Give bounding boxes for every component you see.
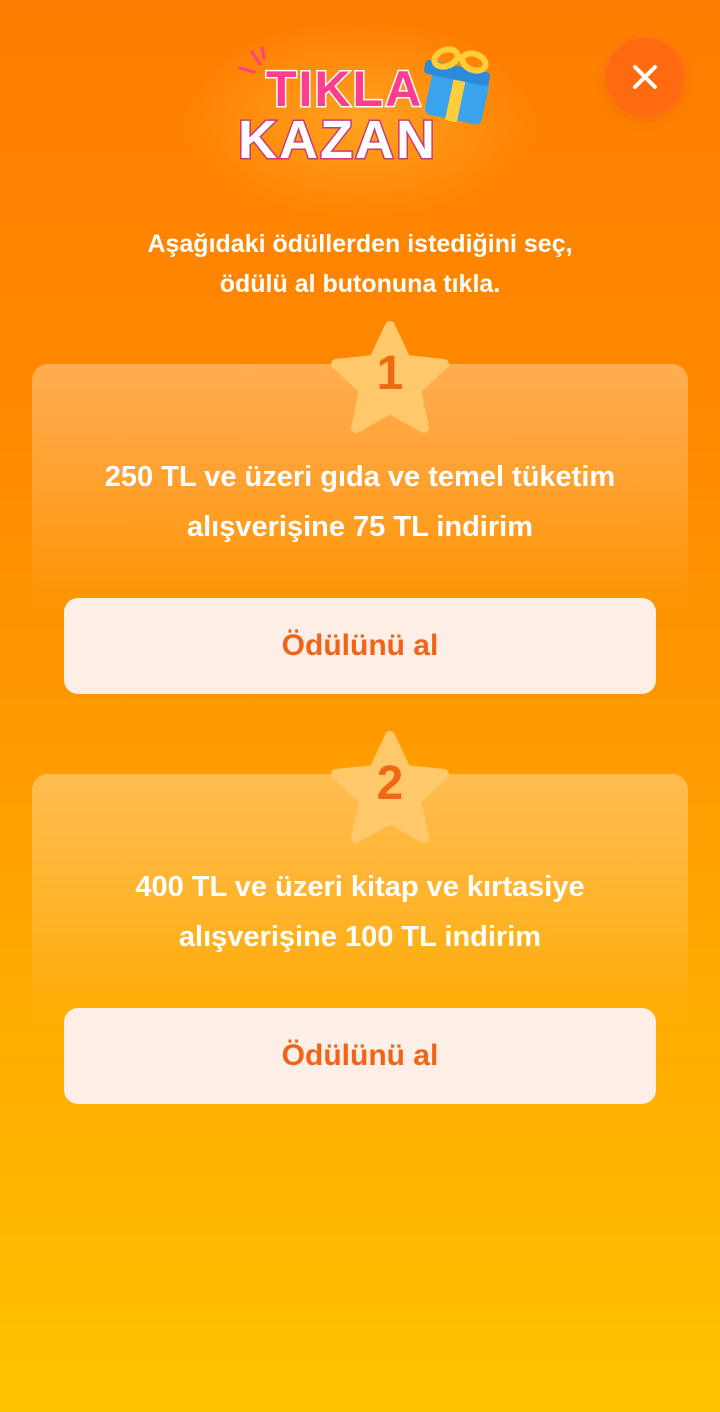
instruction-text: Aşağıdaki ödüllerden istediğini seç, ödü… <box>60 224 660 304</box>
logo-text-tikla: TIKLA <box>266 61 423 117</box>
reward-number: 2 <box>376 757 404 810</box>
reward-number: 1 <box>376 347 404 400</box>
close-icon <box>633 65 657 89</box>
claim-reward-button[interactable]: Ödülünü al <box>64 1008 656 1104</box>
claim-reward-button[interactable]: Ödülünü al <box>64 598 656 694</box>
reward-description: 250 TL ve üzeri gıda ve temel tüketim al… <box>52 452 668 552</box>
reward-description-line-2: alışverişine 75 TL indirim <box>186 511 533 543</box>
reward-description: 400 TL ve üzeri kitap ve kırtasiye alışv… <box>52 862 668 962</box>
reward-card-1: 1 250 TL ve üzeri gıda ve temel tüketim … <box>32 321 688 754</box>
star-badge-1: 1 <box>328 320 452 440</box>
tikla-kazan-logo: TIKLA KAZAN <box>232 44 502 174</box>
close-button[interactable] <box>606 38 684 116</box>
star-badge-2: 2 <box>328 730 452 850</box>
logo-text-kazan: KAZAN <box>238 110 437 170</box>
reward-card-2: 2 400 TL ve üzeri kitap ve kırtasiye alı… <box>32 731 688 1164</box>
instruction-line-2: ödülü al butonuna tıkla. <box>219 270 501 298</box>
instruction-line-1: Aşağıdaki ödüllerden istediğini seç, <box>147 230 573 258</box>
reward-description-line-2: alışverişine 100 TL indirim <box>178 921 542 953</box>
reward-description-line-1: 250 TL ve üzeri gıda ve temel tüketim <box>104 461 616 493</box>
reward-description-line-1: 400 TL ve üzeri kitap ve kırtasiye <box>135 871 585 903</box>
